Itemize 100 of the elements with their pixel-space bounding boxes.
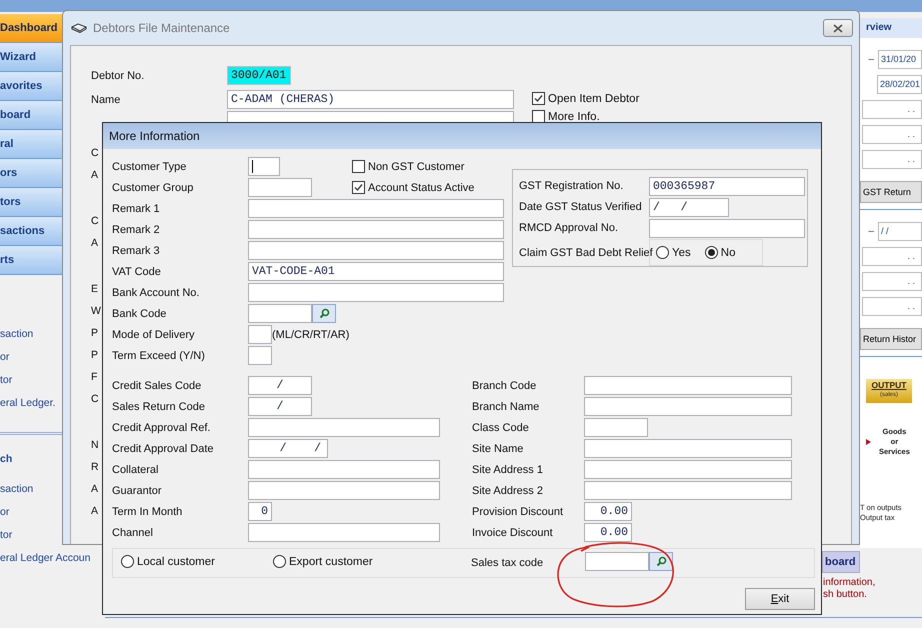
dash-text: – xyxy=(868,226,874,237)
nav-item[interactable]: rts xyxy=(0,246,62,275)
text-field[interactable]: C-ADAM (CHERAS) xyxy=(227,90,514,109)
field-label: A xyxy=(91,504,98,519)
sidebar-link[interactable]: or xyxy=(0,505,10,519)
radio-option[interactable]: Yes xyxy=(656,246,691,259)
text-field[interactable] xyxy=(584,418,648,437)
text-field[interactable] xyxy=(248,283,504,302)
text-field[interactable]: 3000/A01 xyxy=(227,66,291,85)
radio-button[interactable] xyxy=(273,555,286,568)
number-field[interactable]: . . xyxy=(862,150,922,169)
number-field[interactable]: . . xyxy=(862,297,922,316)
field-label: Guarantor xyxy=(112,484,163,496)
radio-button[interactable] xyxy=(704,246,718,259)
text-field[interactable] xyxy=(248,346,272,365)
text-field[interactable] xyxy=(649,218,805,238)
dashboard-button[interactable]: board xyxy=(822,551,860,573)
nav-item[interactable]: ral xyxy=(0,130,62,159)
text-field[interactable]: / xyxy=(248,376,312,395)
sidebar-link[interactable]: tor xyxy=(0,373,12,387)
nav-item[interactable]: Dashboard xyxy=(0,14,62,43)
checkbox[interactable] xyxy=(532,110,545,123)
checkbox-option[interactable]: Account Status Active xyxy=(352,181,474,194)
nav-item[interactable]: avorites xyxy=(0,72,62,101)
nav-item[interactable]: tors xyxy=(0,188,62,217)
date-field[interactable]: 28/02/201 xyxy=(876,75,922,94)
field-label: Term In Month xyxy=(112,506,184,518)
nav-item[interactable]: sactions xyxy=(0,217,62,246)
field-label: Branch Name xyxy=(472,400,540,412)
text-field[interactable]: VAT-CODE-A01 xyxy=(248,262,504,281)
checkbox-option[interactable]: More Info. xyxy=(532,110,600,123)
text-field[interactable] xyxy=(248,418,440,437)
text-field[interactable] xyxy=(584,481,792,500)
text-field[interactable]: 000365987 xyxy=(649,176,805,196)
overview-tab[interactable]: rview xyxy=(860,18,922,38)
field-label: Credit Sales Code xyxy=(112,380,202,392)
text-field[interactable] xyxy=(584,460,792,479)
radio-option[interactable]: Export customer xyxy=(273,555,373,568)
text-field[interactable]: 0 xyxy=(248,502,272,521)
radio-button[interactable] xyxy=(656,246,669,259)
text-field[interactable]: / / xyxy=(248,439,328,458)
nav-item[interactable]: board xyxy=(0,101,62,130)
field-label: Sales Return Code xyxy=(112,400,206,412)
radio-option[interactable]: No xyxy=(704,246,736,259)
exit-button[interactable]: Exit xyxy=(745,588,815,610)
lookup-button[interactable] xyxy=(649,552,673,571)
text-field[interactable] xyxy=(584,397,792,416)
field-label: C xyxy=(91,392,99,407)
sidebar-link[interactable]: eral Ledger Accoun xyxy=(0,551,90,565)
hint-text: information, xyxy=(823,577,876,589)
text-field[interactable] xyxy=(248,241,504,260)
text-field[interactable] xyxy=(248,220,504,239)
text-field[interactable] xyxy=(248,157,280,176)
nav-item[interactable]: ors xyxy=(0,159,62,188)
number-field[interactable]: . . xyxy=(862,247,922,266)
text-field[interactable] xyxy=(584,376,792,395)
sidebar-link[interactable]: saction xyxy=(0,482,34,496)
text-field[interactable] xyxy=(585,552,649,571)
text-field[interactable]: 0.00 xyxy=(584,502,632,521)
radio-option[interactable]: Local customer xyxy=(121,555,215,568)
tab-button[interactable]: Return Histor xyxy=(860,328,922,350)
text-field[interactable] xyxy=(248,178,312,197)
text-field[interactable] xyxy=(248,304,312,323)
text-field[interactable]: 0.00 xyxy=(584,523,632,542)
sidebar-link[interactable]: or xyxy=(0,350,10,364)
lookup-button[interactable] xyxy=(312,304,336,323)
date-field[interactable]: 31/01/20 xyxy=(878,50,922,69)
text-field[interactable] xyxy=(248,199,504,218)
checkbox-option[interactable]: Open Item Debtor xyxy=(532,92,640,105)
close-button[interactable] xyxy=(823,19,853,37)
text-field[interactable]: / xyxy=(248,397,312,416)
section-header: ch xyxy=(0,452,12,466)
field-label: W xyxy=(91,304,101,319)
close-icon xyxy=(833,24,843,32)
field-label: P xyxy=(91,326,98,341)
text-field[interactable] xyxy=(248,325,272,344)
number-field[interactable]: . . xyxy=(862,125,922,144)
dash-text: – xyxy=(868,54,874,65)
number-field[interactable]: . . xyxy=(862,100,922,119)
date-field[interactable]: / / xyxy=(878,222,922,241)
field-label: Remark 1 xyxy=(112,202,161,214)
radio-button[interactable] xyxy=(121,555,134,568)
sidebar-link[interactable]: eral Ledger. xyxy=(0,396,56,410)
text-field[interactable] xyxy=(248,460,440,479)
badge-title: OUTPUT xyxy=(872,379,906,391)
sidebar-link[interactable]: saction xyxy=(0,327,34,341)
text-field[interactable] xyxy=(584,439,792,458)
field-label: Site Name xyxy=(472,442,524,454)
field-label: C xyxy=(91,146,99,161)
text-field[interactable] xyxy=(248,481,440,500)
number-field[interactable]: . . xyxy=(862,272,922,291)
checkbox[interactable] xyxy=(532,92,545,105)
tab-button[interactable]: GST Return xyxy=(860,181,922,203)
text-field[interactable]: / / xyxy=(649,198,729,216)
field-label: Branch Code xyxy=(472,380,538,392)
book-icon xyxy=(71,23,87,33)
sidebar-link[interactable]: tor xyxy=(0,528,12,542)
text-field[interactable] xyxy=(248,523,440,542)
nav-item[interactable]: Wizard xyxy=(0,43,62,72)
checkbox-option[interactable]: Non GST Customer xyxy=(352,160,464,173)
